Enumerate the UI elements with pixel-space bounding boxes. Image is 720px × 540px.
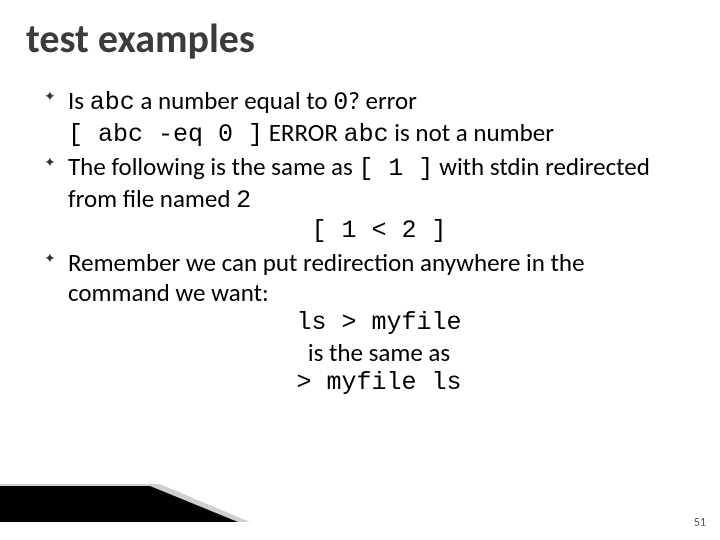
text: is not a number xyxy=(389,117,554,148)
slide: test examples Is abc a number equal to 0… xyxy=(0,0,720,540)
text: a number equal to xyxy=(135,85,334,116)
text: ? error xyxy=(348,85,417,116)
bullet-item: The following is the same as [ 1 ] with … xyxy=(44,152,690,246)
text: Remember we can put redirection anywhere… xyxy=(68,247,585,308)
code-centered: [ 1 < 2 ] xyxy=(68,216,690,246)
corner-decoration xyxy=(0,484,250,522)
bullet-list: Is abc a number equal to 0? error [ abc … xyxy=(44,86,690,398)
code-inline: abc xyxy=(90,88,135,117)
code-inline: [ abc -eq 0 ] xyxy=(68,120,263,149)
text: Is xyxy=(68,85,90,116)
bullet-item: Is abc a number equal to 0? error [ abc … xyxy=(44,86,690,150)
slide-title: test examples xyxy=(26,14,255,63)
bullet-item: Remember we can put redirection anywhere… xyxy=(44,248,690,398)
code-inline: 0 xyxy=(333,88,348,117)
code-inline: 2 xyxy=(236,186,251,215)
code-centered: > myfile ls xyxy=(68,368,690,398)
content-area: Is abc a number equal to 0? error [ abc … xyxy=(44,86,690,400)
text: The following is the same as xyxy=(68,151,358,182)
code-centered: ls > myfile xyxy=(68,308,690,338)
text: ERROR xyxy=(263,117,344,148)
text-centered: is the same as xyxy=(68,338,690,368)
code-inline: abc xyxy=(344,120,389,149)
page-number: 51 xyxy=(694,516,706,530)
code-inline: [ 1 ] xyxy=(358,154,433,183)
